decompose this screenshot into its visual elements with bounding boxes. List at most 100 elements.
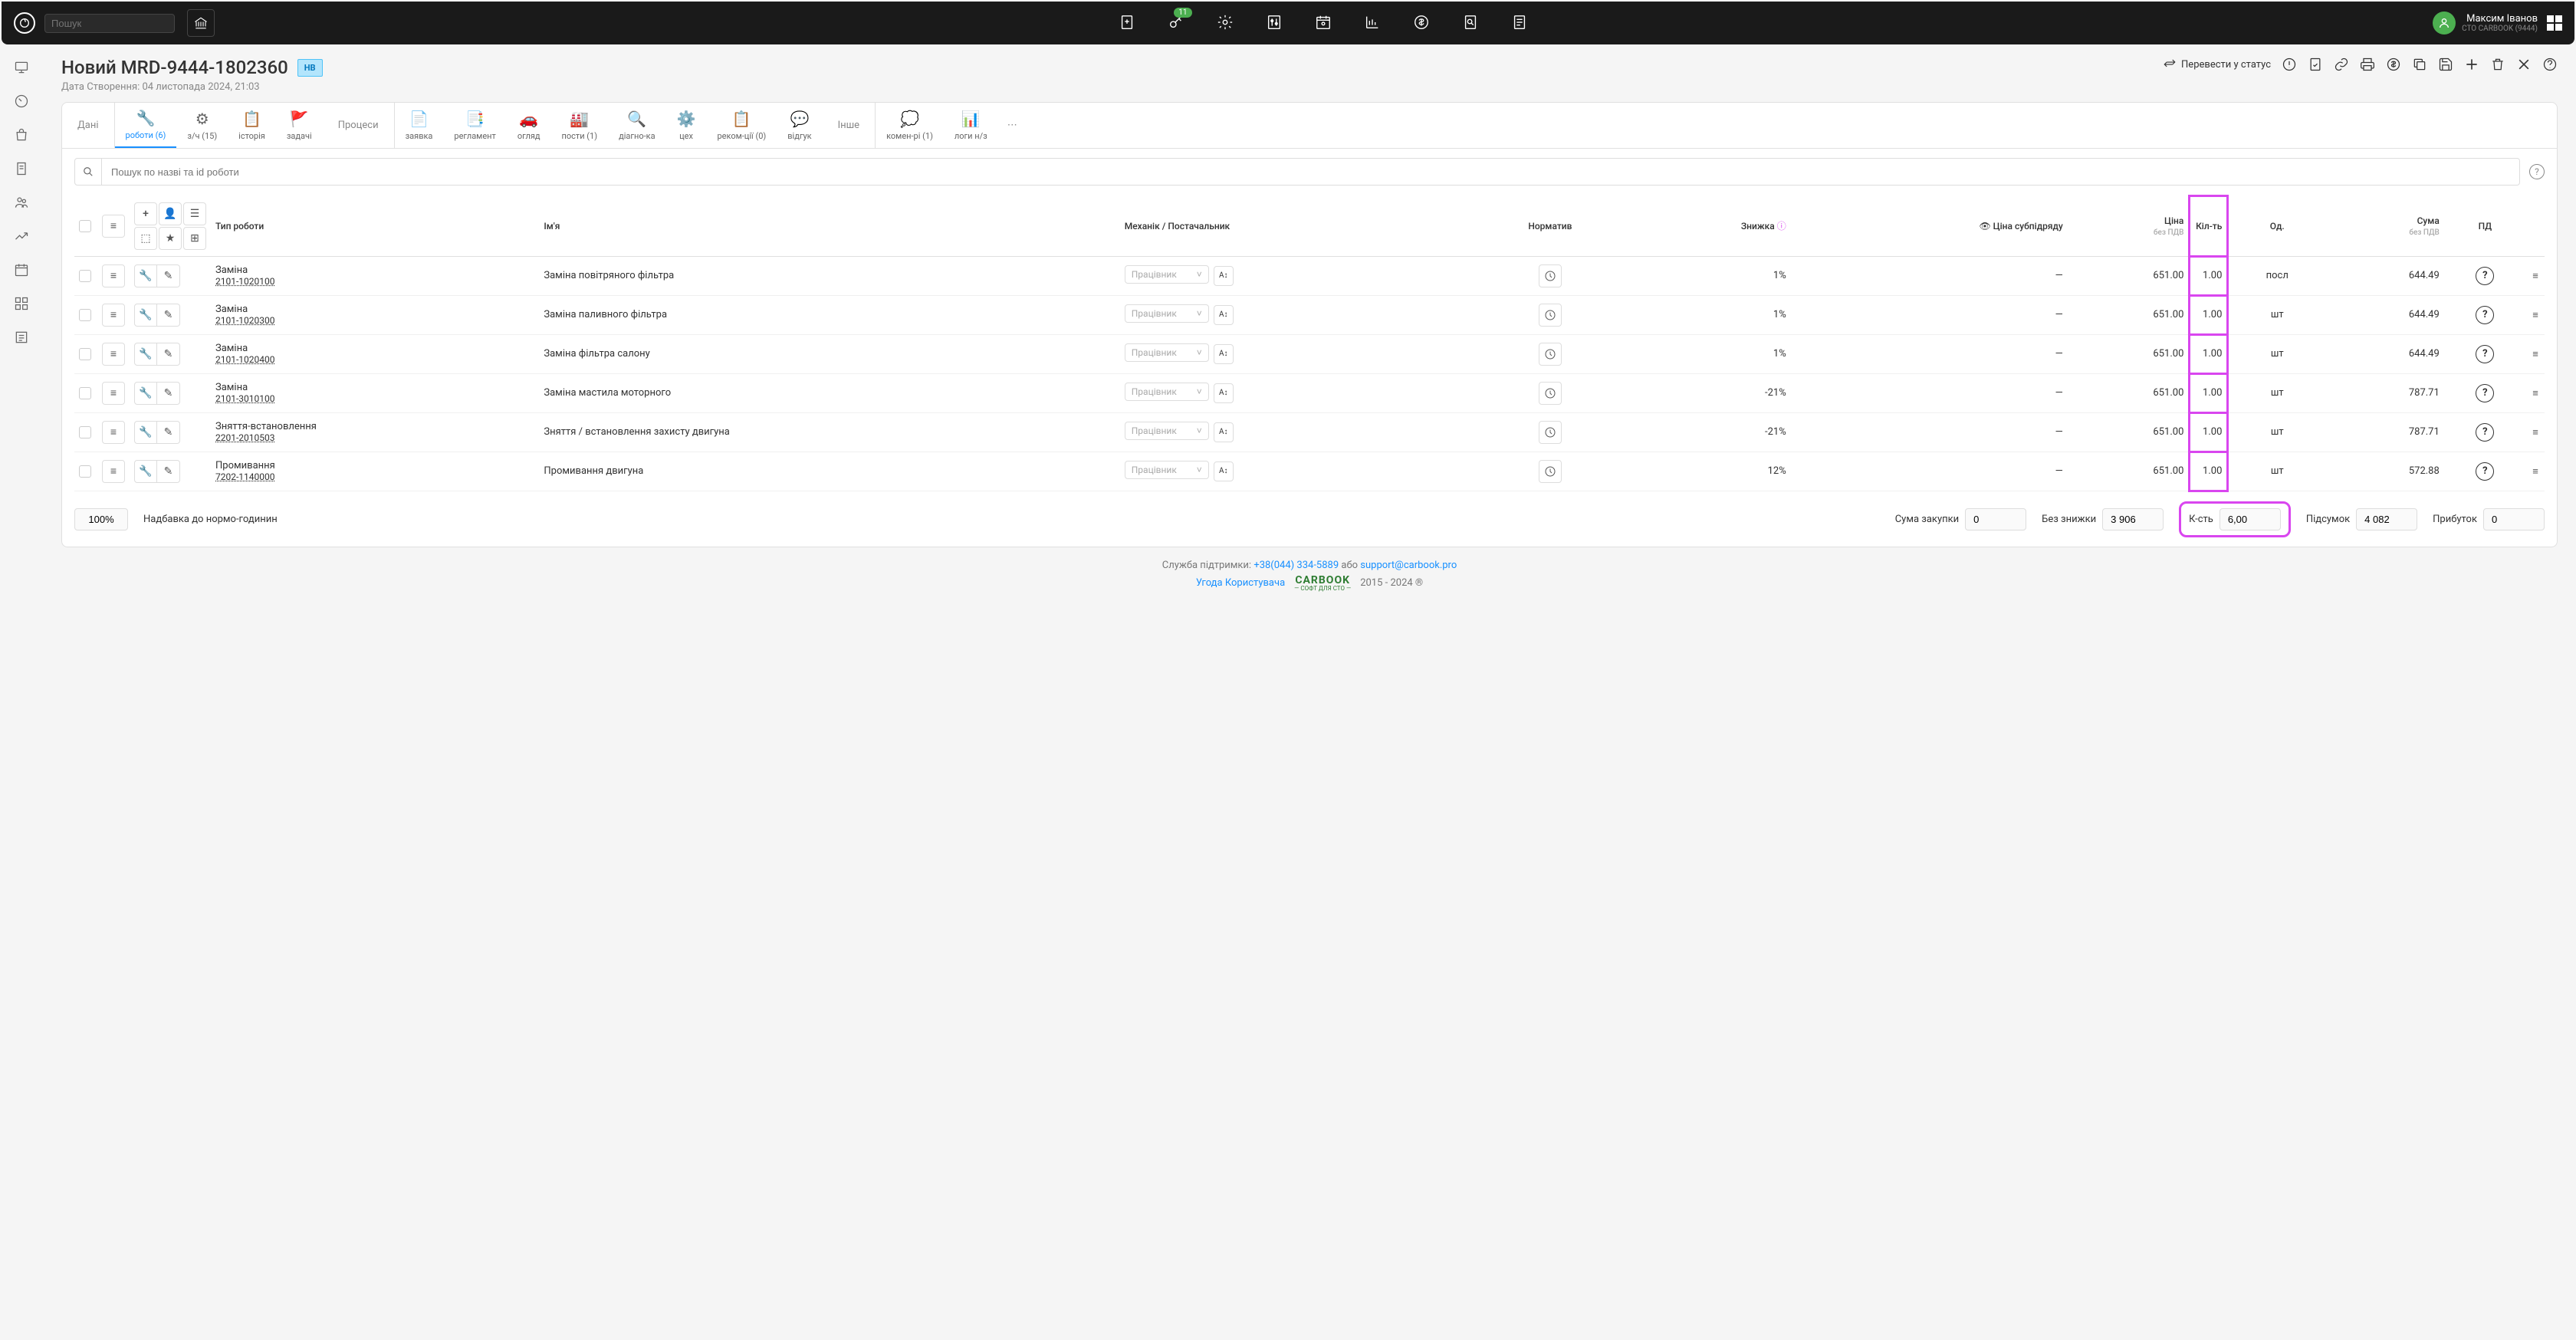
work-code-link[interactable]: 2101-1020400 <box>215 354 534 365</box>
sidebar-cal-icon[interactable] <box>14 262 29 278</box>
sliders-icon[interactable] <box>1266 14 1284 32</box>
sidebar-monitor-icon[interactable] <box>14 60 29 75</box>
list-button[interactable]: ☰ <box>183 202 206 225</box>
worker-select[interactable]: Працівник˅ <box>1125 422 1209 440</box>
worker-select[interactable]: Працівник˅ <box>1125 343 1209 362</box>
sidebar-receipt-icon[interactable] <box>14 161 29 176</box>
worker-select[interactable]: Працівник˅ <box>1125 265 1209 284</box>
tab-login[interactable]: 📊логи н/з <box>944 103 998 148</box>
row-menu-button[interactable]: ≡ <box>102 264 125 287</box>
doc-search-icon[interactable] <box>1462 14 1480 32</box>
edit-button[interactable]: ✎ <box>157 343 180 366</box>
bez-znizhky-value[interactable] <box>2102 508 2164 530</box>
clock-button[interactable] <box>1539 421 1562 444</box>
sidebar-list-icon[interactable] <box>14 330 29 345</box>
agreement-link[interactable]: Угода Користувача <box>1196 577 1285 589</box>
row-checkbox[interactable] <box>79 426 91 438</box>
tab-diagnoka[interactable]: 🔍діагно-ка <box>608 103 666 148</box>
tab-more[interactable]: ⋯ <box>998 103 1027 148</box>
global-search[interactable] <box>44 14 175 33</box>
clock-button[interactable] <box>1539 304 1562 327</box>
row-actions[interactable]: ≡ <box>2526 452 2545 491</box>
worker-select[interactable]: Працівник˅ <box>1125 304 1209 323</box>
alert-icon[interactable] <box>2282 57 2297 72</box>
prybutok-value[interactable] <box>2483 508 2545 530</box>
row-actions[interactable]: ≡ <box>2526 373 2545 412</box>
row-menu-button[interactable]: ≡ <box>102 304 125 327</box>
az-button[interactable]: A↕ <box>1214 344 1234 364</box>
save-icon[interactable] <box>2438 57 2453 72</box>
row-menu-button[interactable]: ≡ <box>102 421 125 444</box>
row-actions[interactable]: ≡ <box>2526 334 2545 373</box>
logo-icon[interactable] <box>14 12 35 34</box>
transfer-status-button[interactable]: Перевести у статус <box>2163 57 2271 71</box>
az-button[interactable]: A↕ <box>1214 383 1234 403</box>
row-checkbox[interactable] <box>79 309 91 321</box>
doc-icon[interactable] <box>1511 14 1530 32</box>
wrench-button[interactable]: 🔧 <box>134 304 157 327</box>
az-button[interactable]: A↕ <box>1214 422 1234 442</box>
wrench-button[interactable]: 🔧 <box>134 343 157 366</box>
plus-icon[interactable] <box>2464 57 2479 72</box>
work-code-link[interactable]: 2201-2010503 <box>215 432 534 443</box>
barcode-button[interactable]: ⬚ <box>134 227 157 250</box>
tab-tseh[interactable]: ⚙️цех <box>666 103 707 148</box>
work-code-link[interactable]: 7202-1140000 <box>215 471 534 482</box>
az-button[interactable]: A↕ <box>1214 305 1234 325</box>
worker-select[interactable]: Працівник˅ <box>1125 461 1209 479</box>
work-code-link[interactable]: 2101-3010100 <box>215 393 534 404</box>
az-button[interactable]: A↕ <box>1214 266 1234 286</box>
tab-roboty[interactable]: 🔧роботи (6) <box>115 103 177 148</box>
clock-button[interactable] <box>1539 343 1562 366</box>
work-code-link[interactable]: 2101-1020100 <box>215 276 534 287</box>
wrench-button[interactable]: 🔧 <box>134 264 157 287</box>
row-checkbox[interactable] <box>79 348 91 360</box>
sidebar-trend-icon[interactable] <box>14 228 29 244</box>
star-button[interactable]: ★ <box>159 227 182 250</box>
tab-istoriya[interactable]: 📋історія <box>228 103 276 148</box>
sidebar-gauge-icon[interactable] <box>14 94 29 109</box>
table-help-icon[interactable]: ? <box>2529 164 2545 179</box>
edit-button[interactable]: ✎ <box>157 264 180 287</box>
row-actions[interactable]: ≡ <box>2526 295 2545 334</box>
doc-check-icon[interactable] <box>2308 57 2323 72</box>
pidsumok-value[interactable] <box>2356 508 2417 530</box>
row-checkbox[interactable] <box>79 387 91 399</box>
document-add-icon[interactable] <box>1119 14 1137 32</box>
clock-button[interactable] <box>1539 382 1562 405</box>
tab-zadachi[interactable]: 🚩задачі <box>276 103 323 148</box>
user-info[interactable]: Максим Іванов СТО CARBOOK (9444) <box>2433 11 2538 34</box>
key-icon[interactable]: 11 <box>1168 14 1186 32</box>
edit-button[interactable]: ✎ <box>157 382 180 405</box>
add-button[interactable]: + <box>134 202 157 225</box>
sidebar-grid-icon[interactable] <box>14 296 29 311</box>
suma-zakupky-value[interactable] <box>1965 508 2026 530</box>
pd-help-button[interactable]: ? <box>2476 384 2494 402</box>
row-actions[interactable]: ≡ <box>2526 412 2545 452</box>
copy-icon[interactable] <box>2412 57 2427 72</box>
chart-icon[interactable] <box>1364 14 1382 32</box>
select-all-checkbox[interactable] <box>79 220 91 232</box>
grid-button[interactable]: ⊞ <box>183 227 206 250</box>
row-checkbox[interactable] <box>79 465 91 478</box>
bank-button[interactable] <box>187 9 215 37</box>
percent-input[interactable] <box>74 508 128 530</box>
clock-button[interactable] <box>1539 460 1562 483</box>
pd-help-button[interactable]: ? <box>2476 306 2494 324</box>
edit-button[interactable]: ✎ <box>157 304 180 327</box>
print-icon[interactable] <box>2360 57 2375 72</box>
header-menu-button[interactable]: ≡ <box>102 215 125 238</box>
row-actions[interactable]: ≡ <box>2526 256 2545 295</box>
link-icon[interactable] <box>2334 57 2349 72</box>
worker-select[interactable]: Працівник˅ <box>1125 383 1209 401</box>
global-search-input[interactable] <box>51 18 186 29</box>
clock-button[interactable] <box>1539 264 1562 287</box>
edit-button[interactable]: ✎ <box>157 460 180 483</box>
tab-rekomtsii[interactable]: 📋реком-ції (0) <box>706 103 777 148</box>
wrench-button[interactable]: 🔧 <box>134 460 157 483</box>
sidebar-bag-icon[interactable] <box>14 127 29 143</box>
apps-icon[interactable] <box>2547 15 2562 31</box>
tab-zch[interactable]: ⚙з/ч (15) <box>176 103 228 148</box>
kst-value[interactable] <box>2220 508 2281 530</box>
edit-button[interactable]: ✎ <box>157 421 180 444</box>
